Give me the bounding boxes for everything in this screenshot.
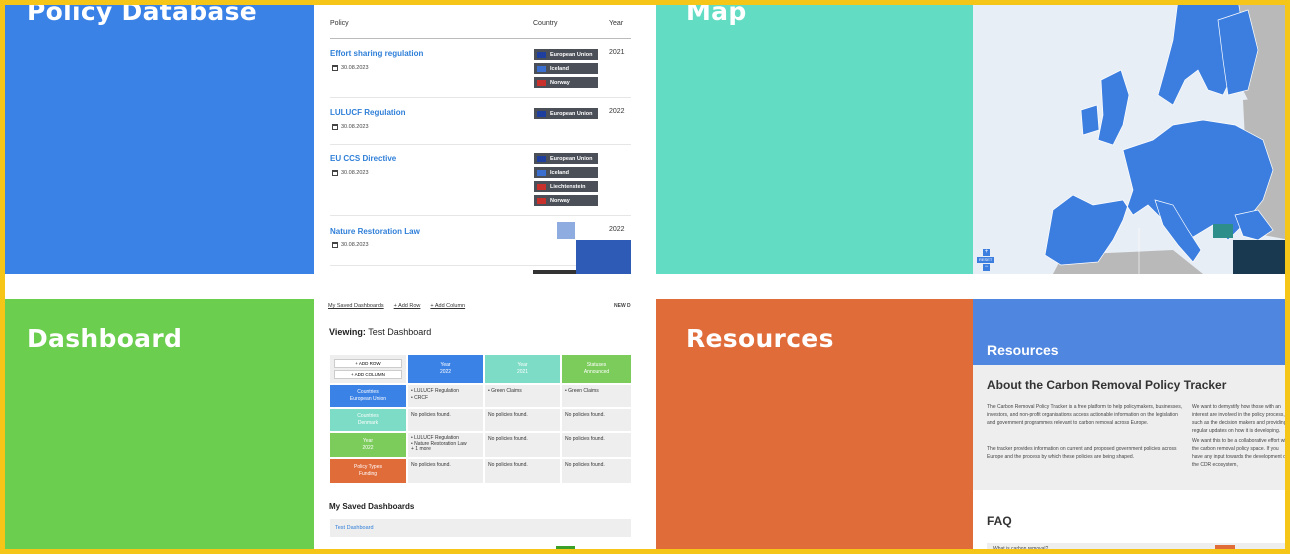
row-header[interactable]: Year 2022	[330, 433, 406, 457]
eu-flag-icon	[537, 155, 546, 162]
about-paragraph: The tracker provides information on curr…	[987, 446, 1177, 460]
policy-date: 30.08.2023	[332, 170, 369, 176]
policy-year: 2021	[609, 49, 625, 56]
grid-cell: No policies found.	[562, 433, 631, 457]
map-title: Map	[686, 0, 747, 26]
dashboard-toolbar: My Saved Dashboards + Add Row + Add Colu…	[328, 303, 465, 309]
grid-cell: No policies found.	[485, 409, 560, 431]
resources-preview[interactable]: Resources About the Carbon Removal Polic…	[973, 299, 1290, 554]
grid-cell: No policies found.	[408, 409, 483, 431]
column-header[interactable]: Statuses Announced	[562, 355, 631, 383]
policy-date: 30.08.2023	[332, 65, 369, 71]
loading-block	[557, 222, 575, 239]
iceland-flag-icon	[537, 65, 546, 72]
table-row[interactable]: LULUCF Regulation 30.08.2023 2022 Europe…	[330, 98, 631, 145]
saved-dashboard-item[interactable]: Test Dashboard	[330, 519, 631, 537]
policy-date: 30.08.2023	[332, 242, 369, 248]
saved-dashboards-heading: My Saved Dashboards	[329, 502, 415, 511]
calendar-icon	[332, 124, 338, 130]
dashboard-tile[interactable]: Dashboard	[0, 299, 314, 554]
country-badge: European Union	[534, 108, 598, 119]
saved-dashboards-link[interactable]: My Saved Dashboards	[328, 303, 384, 309]
row-header[interactable]: Countries Denmark	[330, 409, 406, 431]
calendar-icon	[332, 170, 338, 176]
policy-link[interactable]: Effort sharing regulation	[330, 49, 423, 58]
resources-banner-title: Resources	[987, 342, 1059, 358]
dashboard-title: Dashboard	[27, 324, 183, 353]
map-preview[interactable]: + RESET −	[973, 0, 1290, 274]
grid-cell: • LULUCF Regulation • CRCF	[408, 385, 483, 407]
policy-year: 2022	[609, 108, 625, 115]
new-dashboard-button[interactable]: NEW D	[614, 303, 631, 309]
map-tile[interactable]: Map	[656, 0, 973, 274]
policy-database-title: Policy Database	[27, 0, 258, 26]
about-right-paragraph: We want this to be a collaborative effor…	[1192, 438, 1290, 468]
country-badge: European Union	[534, 49, 598, 60]
column-header[interactable]: Year 2022	[408, 355, 483, 383]
viewing-heading: Viewing: Test Dashboard	[329, 327, 432, 337]
grid-cell: No policies found.	[408, 459, 483, 483]
table-row[interactable]: EU CCS Directive 30.08.2023 European Uni…	[330, 145, 631, 216]
add-column-button[interactable]: + ADD COLUMN	[334, 370, 402, 379]
about-right-paragraph: We want to demystify how those with an i…	[1192, 404, 1287, 434]
grid-cell: No policies found.	[485, 459, 560, 483]
eu-flag-icon	[537, 110, 546, 117]
country-badge: Norway	[534, 77, 598, 88]
about-heading: About the Carbon Removal Policy Tracker	[987, 378, 1227, 392]
grid-cell: • LULUCF Regulation • Nature Restoration…	[408, 433, 483, 457]
faq-heading: FAQ	[987, 514, 1012, 528]
faq-question[interactable]: What is carbon removal?	[987, 543, 1290, 554]
year-column-header: Year	[609, 20, 624, 27]
policy-database-preview[interactable]: Policy Country Year Effort sharing regul…	[314, 0, 631, 274]
zoom-in-button[interactable]: +	[983, 249, 990, 256]
about-paragraph: The Carbon Removal Policy Tracker is a f…	[987, 404, 1183, 426]
norway-flag-icon	[537, 197, 546, 204]
country-column-header: Country	[533, 20, 558, 27]
grid-cell: No policies found.	[485, 433, 560, 457]
resources-title: Resources	[686, 324, 834, 353]
row-header[interactable]: Countries European Union	[330, 385, 406, 407]
grid-cell: No policies found.	[562, 409, 631, 431]
country-badge: Iceland	[534, 63, 598, 74]
policy-database-tile[interactable]: Policy Database	[0, 0, 314, 274]
green-indicator	[556, 546, 575, 554]
resources-tile[interactable]: Resources	[656, 299, 973, 554]
country-badge: Norway	[534, 195, 598, 206]
europe-map	[973, 0, 1290, 274]
policy-link[interactable]: Nature Restoration Law	[330, 227, 420, 236]
country-badge: Liechtenstein	[534, 181, 598, 192]
grid-cell: No policies found.	[562, 459, 631, 483]
loading-block	[533, 270, 576, 274]
norway-flag-icon	[537, 79, 546, 86]
policy-link[interactable]: LULUCF Regulation	[330, 108, 406, 117]
add-row-button[interactable]: + ADD ROW	[334, 359, 402, 368]
policy-link[interactable]: EU CCS Directive	[330, 154, 396, 163]
loading-block	[576, 240, 631, 274]
country-badge: Iceland	[534, 167, 598, 178]
grid-cell: • Green Claims	[485, 385, 560, 407]
column-header[interactable]: Year 2021	[485, 355, 560, 383]
iceland-flag-icon	[537, 169, 546, 176]
banner-edge	[1285, 343, 1290, 357]
zoom-out-button[interactable]: −	[983, 264, 990, 271]
policy-date: 30.08.2023	[332, 124, 369, 130]
dashboard-preview[interactable]: My Saved Dashboards + Add Row + Add Colu…	[314, 299, 631, 554]
table-row[interactable]: Effort sharing regulation 30.08.2023 202…	[330, 39, 631, 98]
row-header[interactable]: Policy Types Funding	[330, 459, 406, 483]
grid-cell: • Green Claims	[562, 385, 631, 407]
country-badge: European Union	[534, 153, 598, 164]
policy-column-header: Policy	[330, 20, 349, 27]
calendar-icon	[332, 242, 338, 248]
add-row-link[interactable]: + Add Row	[394, 303, 421, 309]
calendar-icon	[332, 65, 338, 71]
liechtenstein-flag-icon	[537, 183, 546, 190]
reset-button[interactable]: RESET	[977, 257, 995, 263]
eu-flag-icon	[537, 51, 546, 58]
policy-year: 2022	[609, 226, 625, 233]
add-column-link[interactable]: + Add Column	[430, 303, 465, 309]
faq-toggle-icon[interactable]	[1215, 545, 1235, 554]
